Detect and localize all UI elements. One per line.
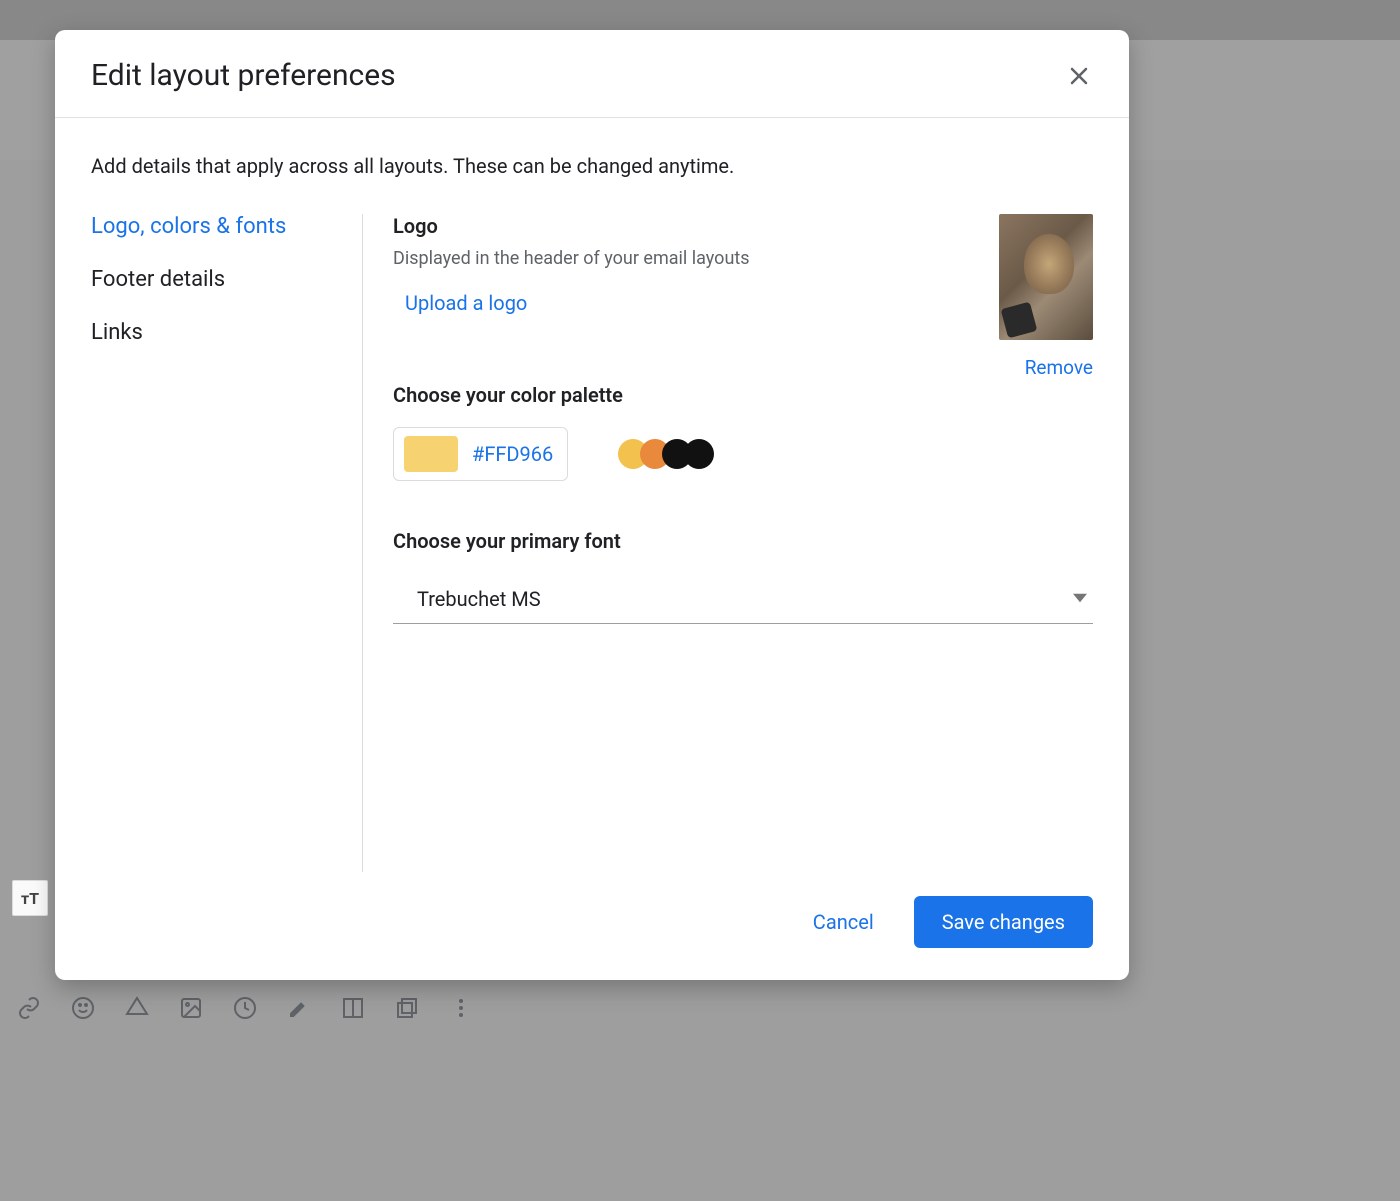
palette-circle-4 xyxy=(684,439,714,469)
palette-preview[interactable] xyxy=(618,439,714,469)
template-icon[interactable] xyxy=(394,995,420,1021)
sidebar-item-logo-colors-fonts[interactable]: Logo, colors & fonts xyxy=(91,214,342,267)
sidebar: Logo, colors & fonts Footer details Link… xyxy=(91,214,363,872)
cancel-button[interactable]: Cancel xyxy=(797,900,890,944)
sidebar-item-links[interactable]: Links xyxy=(91,320,342,373)
color-row: #FFD966 xyxy=(393,427,1093,481)
text-size-button[interactable]: тT xyxy=(12,880,48,916)
close-icon xyxy=(1067,64,1091,88)
modal-body: Add details that apply across all layout… xyxy=(55,118,1129,872)
font-dropdown[interactable]: Trebuchet MS xyxy=(393,571,1093,624)
logo-preview-image xyxy=(999,214,1093,340)
emoji-icon[interactable] xyxy=(70,995,96,1021)
close-button[interactable] xyxy=(1065,62,1093,90)
logo-preview-wrap: Remove xyxy=(999,214,1093,379)
modal-footer: Cancel Save changes xyxy=(55,872,1129,980)
logo-heading: Logo xyxy=(393,214,1093,238)
content-row: Logo, colors & fonts Footer details Link… xyxy=(91,214,1093,872)
modal-title: Edit layout preferences xyxy=(91,58,396,93)
font-section: Choose your primary font Trebuchet MS xyxy=(393,529,1093,624)
font-heading: Choose your primary font xyxy=(393,529,1093,553)
pen-icon[interactable] xyxy=(286,995,312,1021)
chevron-down-icon xyxy=(1073,590,1087,609)
sidebar-item-footer-details[interactable]: Footer details xyxy=(91,267,342,320)
remove-logo-link[interactable]: Remove xyxy=(1025,356,1093,379)
link-icon[interactable] xyxy=(16,995,42,1021)
color-hex-input[interactable]: #FFD966 xyxy=(393,427,568,481)
color-swatch xyxy=(404,436,458,472)
color-hex-value: #FFD966 xyxy=(472,442,553,466)
main-panel: Remove Logo Displayed in the header of y… xyxy=(363,214,1093,872)
confidential-icon[interactable] xyxy=(232,995,258,1021)
upload-logo-link[interactable]: Upload a logo xyxy=(405,291,527,315)
modal-header: Edit layout preferences xyxy=(55,30,1129,118)
color-palette-section: Choose your color palette #FFD966 xyxy=(393,383,1093,481)
logo-subtitle: Displayed in the header of your email la… xyxy=(393,248,1093,269)
palette-heading: Choose your color palette xyxy=(393,383,1093,407)
font-selected-value: Trebuchet MS xyxy=(417,587,541,611)
save-changes-button[interactable]: Save changes xyxy=(914,896,1093,948)
text-size-icon: тT xyxy=(21,889,39,908)
more-icon[interactable] xyxy=(448,995,474,1021)
image-icon[interactable] xyxy=(178,995,204,1021)
compose-toolbar xyxy=(16,995,474,1021)
edit-layout-preferences-modal: Edit layout preferences Add details that… xyxy=(55,30,1129,980)
modal-description: Add details that apply across all layout… xyxy=(91,154,1093,178)
drive-icon[interactable] xyxy=(124,995,150,1021)
layout-icon[interactable] xyxy=(340,995,366,1021)
logo-section: Logo Displayed in the header of your ema… xyxy=(393,214,1093,315)
